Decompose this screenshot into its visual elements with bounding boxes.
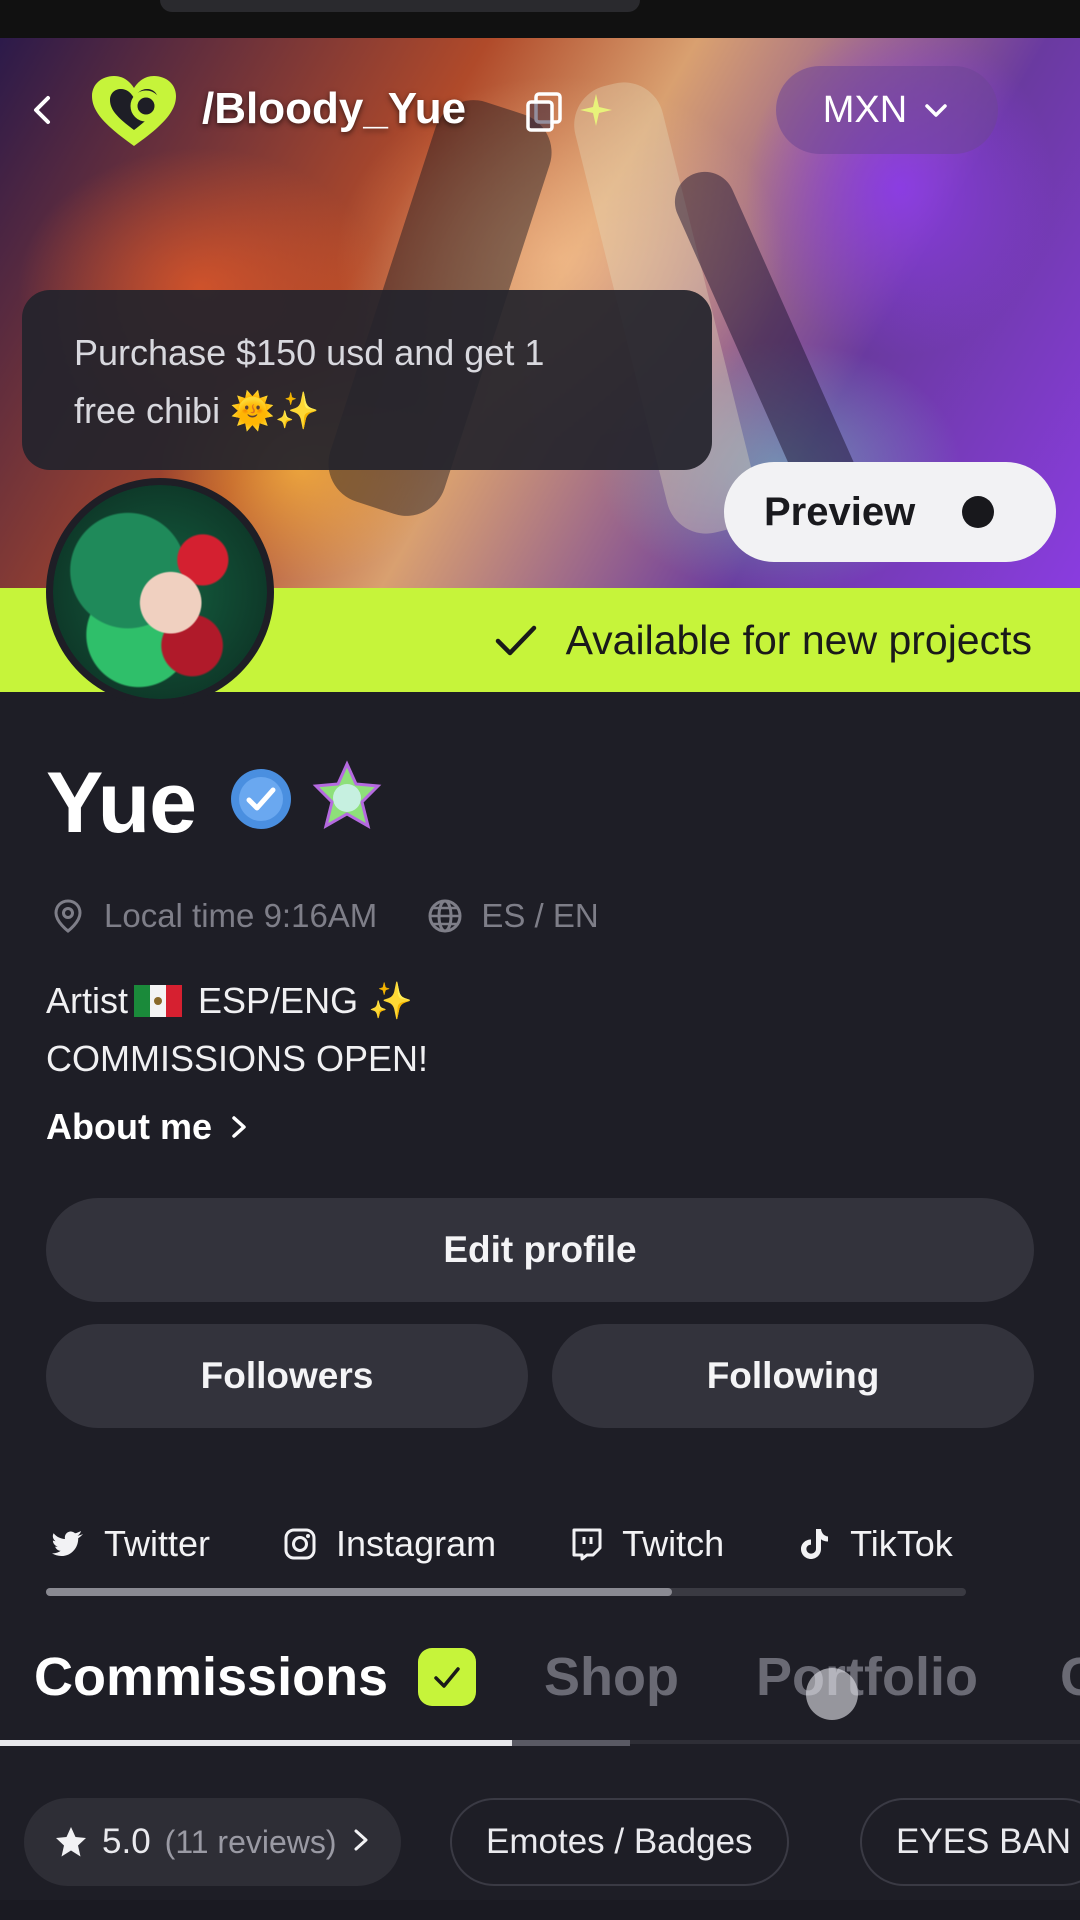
currency-selector[interactable]: MXN: [776, 66, 998, 154]
bottom-edge: [0, 1900, 1080, 1920]
promo-line-2: free chibi 🌞✨: [74, 390, 320, 431]
about-me-label: About me: [46, 1106, 212, 1147]
profile-handle: /Bloody_Yue: [202, 84, 467, 133]
profile-tabs: Commissions Shop Portfolio C: [0, 1640, 1080, 1750]
tab-commissions[interactable]: Commissions: [34, 1646, 388, 1708]
10k-badge-icon: [312, 760, 382, 830]
back-button[interactable]: [22, 90, 62, 130]
rating-chip[interactable]: 5.0 (11 reviews): [24, 1798, 401, 1886]
category-chip-emotes[interactable]: Emotes / Badges: [450, 1798, 789, 1886]
status-bar: [0, 0, 1080, 38]
social-scrollbar-thumb[interactable]: [46, 1588, 672, 1596]
promo-banner: Purchase $150 usd and get 1 free chibi 🌞…: [22, 290, 712, 470]
availability-text: Available for new projects: [565, 616, 1032, 663]
copy-icon: [526, 92, 562, 132]
copy-handle-button[interactable]: [524, 90, 564, 134]
following-button[interactable]: Following: [552, 1324, 1034, 1428]
twitter-icon: [51, 1531, 83, 1556]
social-links: Twitter Instagram Twitch TikTok: [50, 1516, 1040, 1572]
tab-portfolio[interactable]: Portfolio: [756, 1646, 978, 1708]
tab-more[interactable]: C: [1060, 1646, 1080, 1708]
bio-line-2: COMMISSIONS OPEN!: [46, 1038, 429, 1079]
tiktok-icon: [801, 1529, 829, 1559]
twitch-icon: [572, 1528, 602, 1561]
bio-line-1: Artist ESP/ENG ✨: [46, 980, 413, 1021]
rating-value: 5.0: [102, 1822, 151, 1861]
status-pill: [160, 0, 640, 12]
verified-badge-icon: [231, 769, 291, 829]
tab-active-underline: [0, 1740, 512, 1746]
profile-name: Yue: [46, 755, 197, 851]
chevron-right-icon: [354, 1829, 368, 1851]
currency-label: MXN: [822, 88, 908, 131]
profile-bio: Artist ESP/ENG ✨ COMMISSIONS OPEN!: [46, 972, 428, 1088]
heart-logo-icon: [92, 76, 176, 146]
star-icon: [56, 1827, 86, 1857]
globe-icon: [428, 899, 462, 933]
instagram-icon: [284, 1528, 316, 1560]
languages: ES / EN: [481, 897, 599, 934]
record-dot-icon: [962, 496, 994, 528]
promo-line-1: Purchase $150 usd and get 1: [74, 332, 545, 373]
check-icon: [434, 1667, 460, 1688]
preview-label: Preview: [764, 489, 916, 534]
sparkle-icon: [578, 92, 614, 128]
category-chip-eyes-banner[interactable]: EYES BAN: [860, 1798, 1080, 1886]
profile-meta: Local time 9:16AM ES / EN: [50, 892, 599, 940]
local-time: Local time 9:16AM: [104, 897, 378, 934]
avatar-image: [53, 485, 267, 699]
about-me-link[interactable]: About me: [46, 1106, 250, 1148]
chevron-down-icon: [925, 104, 947, 117]
preview-button[interactable]: Preview: [724, 462, 1056, 562]
social-link-twitch[interactable]: Twitch: [568, 1523, 724, 1565]
reviews-count: (11 reviews): [164, 1823, 337, 1860]
social-link-tiktok[interactable]: TikTok: [796, 1523, 953, 1565]
check-icon: [495, 625, 536, 656]
chevron-right-icon: [232, 1116, 246, 1138]
social-link-instagram[interactable]: Instagram: [282, 1523, 496, 1565]
avatar[interactable]: [46, 478, 274, 706]
location-pin-icon: [54, 899, 82, 933]
app-logo[interactable]: [86, 72, 182, 152]
commissions-open-badge: [418, 1648, 476, 1706]
filter-chips: 5.0 (11 reviews) Emotes / Badges EYES BA…: [0, 1798, 1080, 1886]
followers-button[interactable]: Followers: [46, 1324, 528, 1428]
top-bar: /Bloody_Yue MXN: [0, 60, 1080, 160]
chevron-left-icon: [34, 96, 50, 124]
touch-indicator: [806, 1668, 858, 1720]
social-link-twitter[interactable]: Twitter: [50, 1523, 210, 1565]
edit-profile-button[interactable]: Edit profile: [46, 1198, 1034, 1302]
mexico-flag-icon: [134, 985, 183, 1017]
tab-shop[interactable]: Shop: [544, 1646, 679, 1708]
